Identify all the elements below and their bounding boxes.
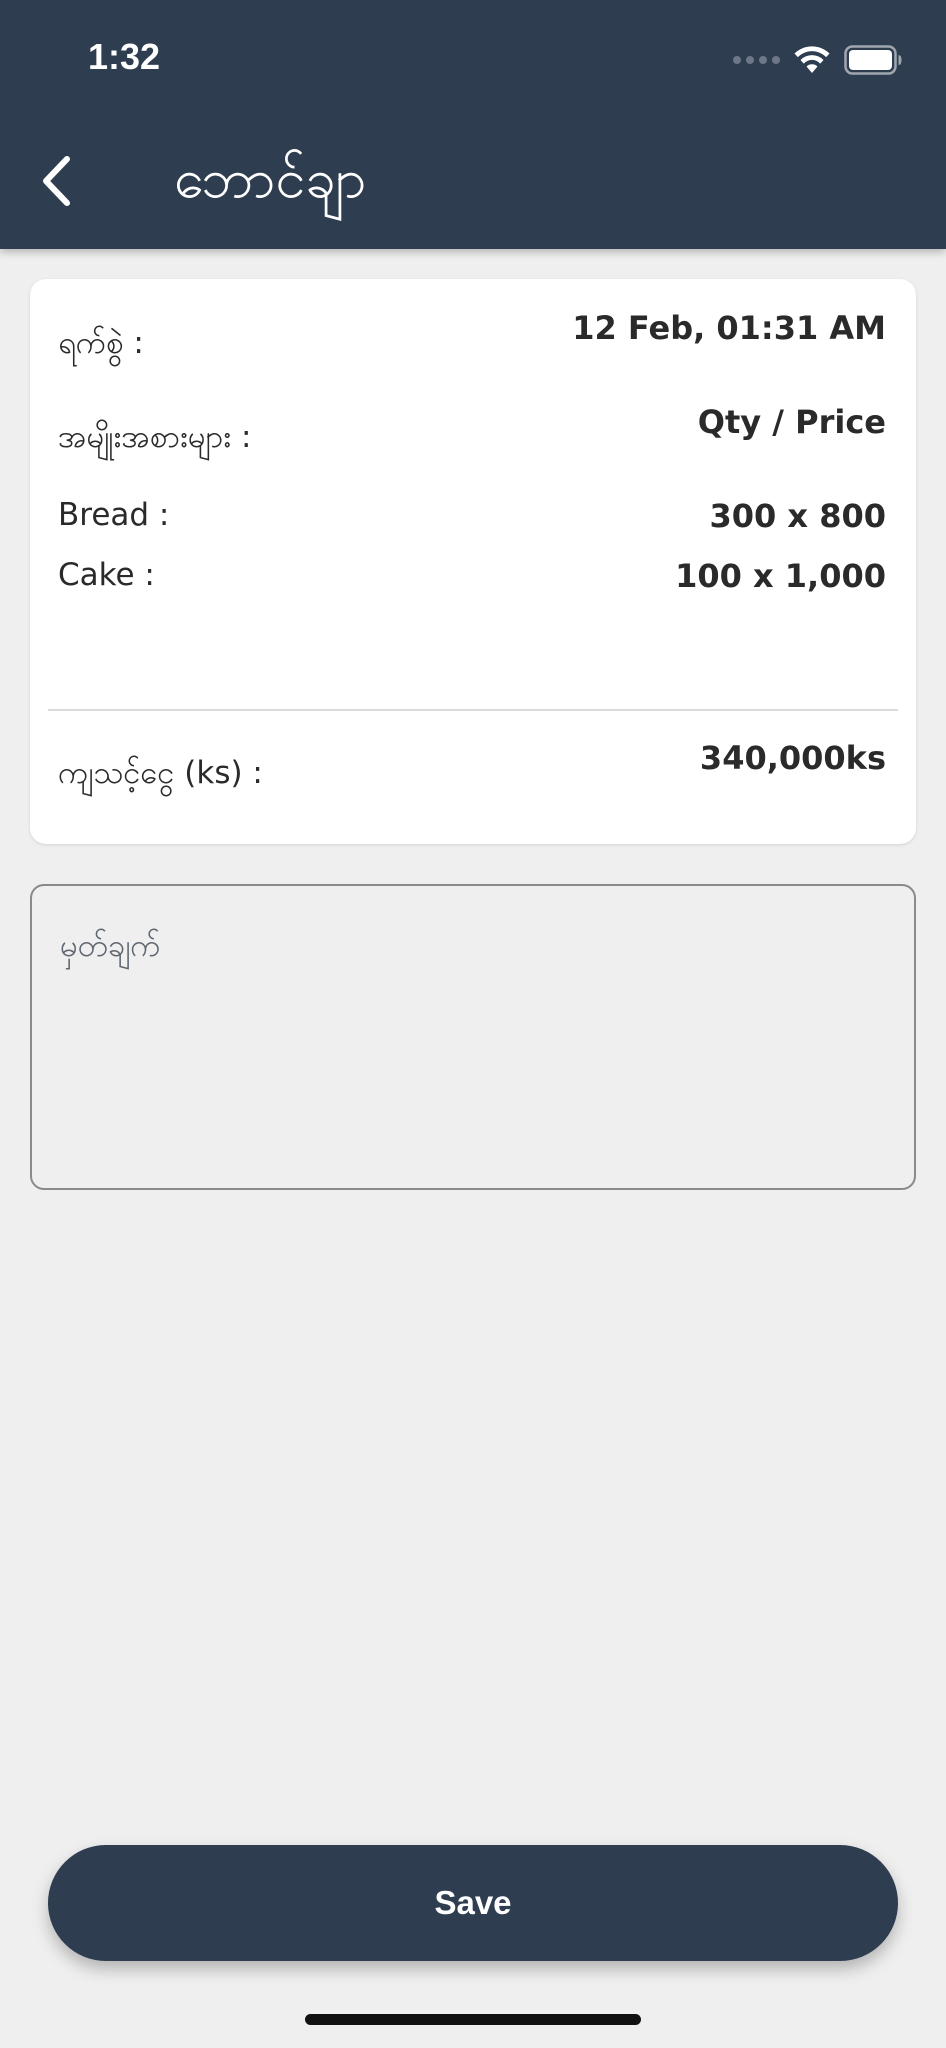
date-row: ရက်စွဲ : 12 Feb, 01:31 AM <box>58 309 886 389</box>
total-row: ကျသင့်ငွေ (ks) : 340,000ks <box>58 739 886 819</box>
page-title: ဘောင်ချာ <box>174 147 367 210</box>
item-name: Bread : <box>58 497 170 533</box>
status-icons <box>733 44 902 76</box>
note-field-container <box>30 884 916 1190</box>
battery-icon <box>844 45 902 75</box>
note-input[interactable] <box>32 886 914 1188</box>
list-item: Bread : 300 x 800 <box>58 497 886 547</box>
divider <box>48 709 898 711</box>
voucher-card: ရက်စွဲ : 12 Feb, 01:31 AM အမျိုးအစားများ… <box>30 279 916 844</box>
item-qty-price: 300 x 800 <box>709 497 886 535</box>
qty-price-header: Qty / Price <box>697 403 886 441</box>
wifi-icon <box>794 46 830 73</box>
date-label: ရက်စွဲ : <box>58 325 144 361</box>
item-name: Cake : <box>58 557 155 593</box>
total-label: ကျသင့်ငွေ (ks) : <box>58 755 263 791</box>
back-button[interactable] <box>30 146 82 216</box>
item-qty-price: 100 x 1,000 <box>675 557 886 595</box>
home-indicator <box>305 2014 641 2025</box>
chevron-left-icon <box>43 156 70 206</box>
items-label: အမျိုးအစားများ : <box>58 419 252 455</box>
list-item: Cake : 100 x 1,000 <box>58 557 886 607</box>
date-value: 12 Feb, 01:31 AM <box>572 309 886 347</box>
status-time: 1:32 <box>88 36 161 77</box>
items-header-row: အမျိုးအစားများ : Qty / Price <box>58 403 886 483</box>
total-value: 340,000ks <box>699 739 886 777</box>
voucher-screen: 1:32 ဘောင်ချာ ရက်စွဲ : 12 Feb, 01:31 AM … <box>0 0 946 2048</box>
app-header: 1:32 ဘောင်ချာ <box>0 0 946 249</box>
save-button[interactable]: Save <box>48 1845 898 1961</box>
cellular-signal-icon <box>733 56 780 64</box>
